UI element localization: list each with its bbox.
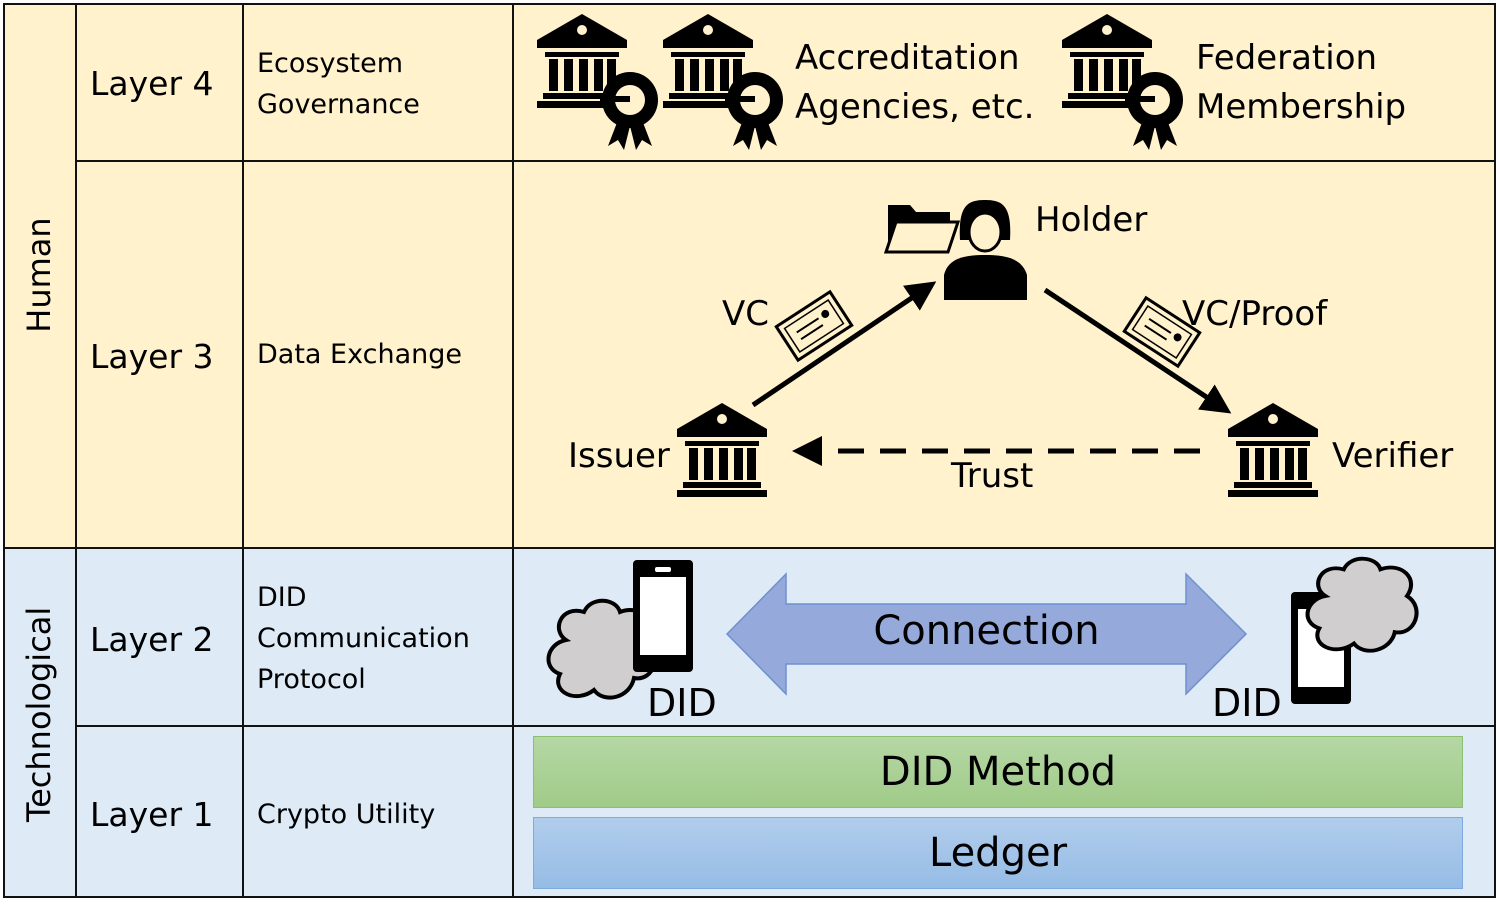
- holder-label: Holder: [1035, 200, 1148, 240]
- vc-proof-label: VC/Proof: [1182, 294, 1328, 334]
- left-phone-icon: [633, 560, 693, 672]
- ledger-bar: Ledger: [533, 817, 1463, 889]
- federation-label: Federation Membership: [1196, 34, 1406, 132]
- issuer-label: Issuer: [568, 436, 670, 476]
- did-right-label: DID: [1212, 681, 1282, 725]
- holder-person-icon: [944, 200, 1027, 300]
- folder-icon: [883, 205, 961, 254]
- vc-label: VC: [722, 294, 769, 334]
- accreditation-line: Agencies, etc.: [795, 87, 1035, 127]
- issuer-bank-icon: [677, 403, 767, 497]
- connection-label: Connection: [873, 608, 1100, 654]
- federation-line: Membership: [1196, 87, 1407, 127]
- accreditation-line: Accreditation: [795, 38, 1020, 78]
- trust-label: Trust: [951, 456, 1034, 496]
- accreditation-label: Accreditation Agencies, etc.: [795, 34, 1034, 132]
- accreditation-agency-icon: [663, 14, 783, 150]
- vc-arrow: [751, 281, 937, 408]
- did-left-label: DID: [647, 681, 717, 725]
- verifier-label: Verifier: [1332, 436, 1454, 476]
- right-cloud-icon: [1308, 559, 1417, 651]
- federation-line: Federation: [1196, 38, 1378, 78]
- vc-credential-icon: [774, 290, 854, 362]
- did-method-bar: DID Method: [533, 736, 1463, 808]
- federation-membership-icon: [1062, 14, 1183, 150]
- accreditation-agency-icon: [537, 14, 658, 150]
- verifier-bank-icon: [1228, 403, 1318, 497]
